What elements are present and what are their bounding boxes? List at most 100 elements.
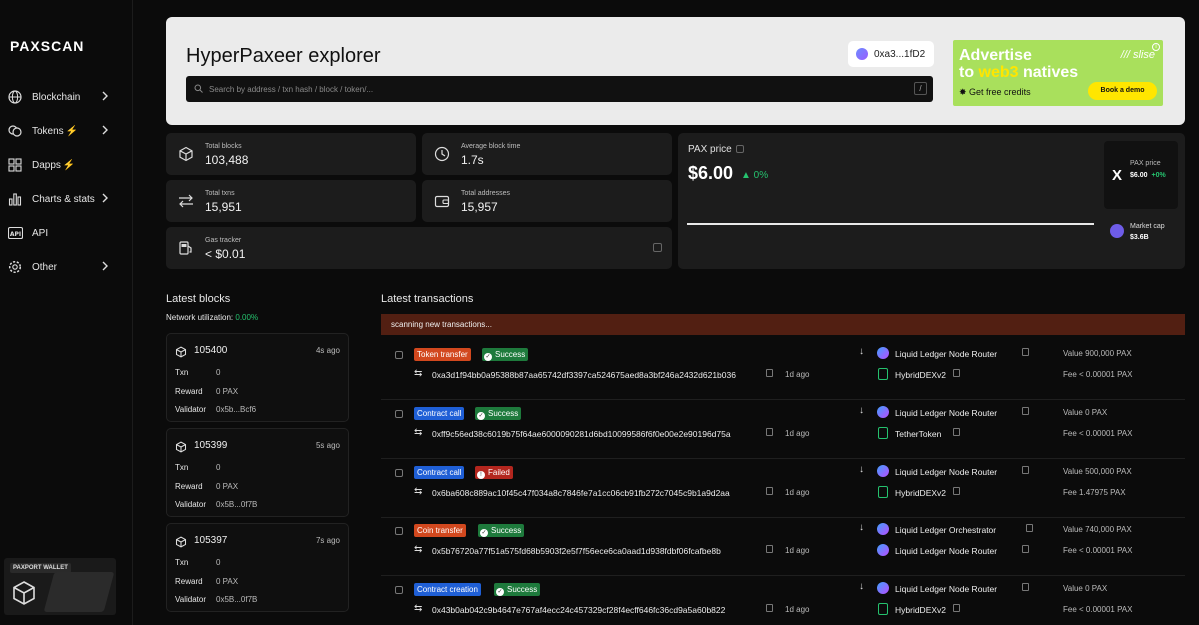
paxport-wallet-promo[interactable]: PAXPORT WALLET <box>4 558 116 615</box>
block-number[interactable]: 105400 <box>194 345 227 356</box>
stat-value: 103,488 <box>205 153 249 167</box>
transaction-row[interactable]: Token transfer ✓ Success ⇆ 0xa3d1f94bb0a9538… <box>381 341 1185 400</box>
from-address-link[interactable]: Liquid Ledger Node Router <box>895 408 997 418</box>
from-address-link[interactable]: Liquid Ledger Node Router <box>895 467 997 477</box>
sidebar-item-api[interactable]: API API <box>0 216 133 250</box>
copy-icon[interactable] <box>1021 348 1029 356</box>
failed-icon: ! <box>477 471 485 479</box>
sidebar-item-blockchain[interactable]: Blockchain <box>0 80 133 114</box>
to-address-link[interactable]: HybridDEXv2 <box>895 605 946 615</box>
copy-icon[interactable] <box>1021 407 1029 415</box>
copy-icon[interactable] <box>952 369 960 377</box>
info-icon[interactable] <box>653 243 662 252</box>
tx-hash-link[interactable]: 0x5b76720a77f51a575fd68b5903f2e5f7f56ece… <box>432 546 721 556</box>
tx-fee: Fee 1.47975 PAX <box>1063 488 1126 497</box>
sidebar-item-charts-stats[interactable]: Charts & stats <box>0 182 133 216</box>
from-address-link[interactable]: Liquid Ledger Node Router <box>895 584 997 594</box>
arrow-down-icon: ↓ <box>859 405 864 416</box>
sidebar-nav: Blockchain Tokens ⚡ Dapps ⚡ Charts & sta… <box>0 80 133 284</box>
tx-value: Value 740,000 PAX <box>1063 525 1132 534</box>
cube-icon <box>175 535 187 553</box>
ad-line-1: Advertise <box>959 47 1032 64</box>
block-card[interactable]: 105400 4s ago Txn 0 Reward 0 PAX Validator… <box>166 333 349 422</box>
stat-label: Total txns <box>205 190 235 197</box>
sidebar-item-label: Dapps <box>32 159 61 171</box>
search-bar[interactable]: / <box>186 76 933 102</box>
select-checkbox[interactable] <box>395 527 403 535</box>
copy-icon[interactable] <box>952 428 960 436</box>
block-number[interactable]: 105399 <box>194 440 227 451</box>
tx-status-badge: ✓ Success <box>482 348 529 361</box>
contract-icon <box>878 427 888 439</box>
tx-hash-link[interactable]: 0xff9c56ed38c6019b75f64ae6000090281d6bd1… <box>432 429 731 439</box>
block-age: 5s ago <box>315 441 340 450</box>
check-icon: ✓ <box>480 529 488 537</box>
wallet-button[interactable]: 0xa3...1fD2 <box>848 41 934 67</box>
copy-icon[interactable] <box>1021 583 1029 591</box>
tx-fee: Fee < 0.00001 PAX <box>1063 605 1133 614</box>
sidebar-item-tokens[interactable]: Tokens ⚡ <box>0 114 133 148</box>
block-age: 7s ago <box>315 536 340 545</box>
to-address-link[interactable]: Liquid Ledger Node Router <box>895 546 997 556</box>
block-reward-row: Reward 0 PAX <box>175 482 239 491</box>
transaction-row[interactable]: Contract call ✓ Success ⇆ 0xff9c56ed38c6019b… <box>381 400 1185 459</box>
copy-icon[interactable] <box>766 428 773 436</box>
select-checkbox[interactable] <box>395 410 403 418</box>
transaction-row[interactable]: Contract creation ✓ Success ⇆ 0x43b0ab042c9b… <box>381 576 1185 625</box>
copy-icon[interactable] <box>766 545 773 553</box>
select-checkbox[interactable] <box>395 586 403 594</box>
block-age: 4s ago <box>315 346 340 355</box>
pax-logo-icon: X <box>1112 167 1123 184</box>
transaction-row[interactable]: Contract call ! Failed ⇆ 0x6ba608c889ac10f45… <box>381 459 1185 518</box>
from-address-link[interactable]: Liquid Ledger Orchestrator <box>895 525 996 535</box>
book-demo-button[interactable]: Book a demo <box>1088 82 1157 100</box>
search-input[interactable] <box>209 84 899 94</box>
market-cap-value: $3.6B <box>1130 234 1149 241</box>
tx-age: 1d ago <box>785 546 810 555</box>
copy-icon[interactable] <box>1021 545 1029 553</box>
copy-icon[interactable] <box>952 604 960 612</box>
info-icon[interactable] <box>735 145 744 154</box>
block-validator-row: Validator 0x5B...0f7B <box>175 500 258 509</box>
stat-label: Gas tracker <box>205 237 242 244</box>
check-icon: ✓ <box>496 588 504 596</box>
block-card[interactable]: 105399 5s ago Txn 0 Reward 0 PAX Validator… <box>166 428 349 517</box>
gear-icon <box>7 259 23 275</box>
select-checkbox[interactable] <box>395 351 403 359</box>
block-validator-row: Validator 0x5B...0f7B <box>175 595 258 604</box>
explorer-header: HyperPaxeer explorer / 0xa3...1fD2 Adver… <box>166 17 1185 125</box>
transaction-row[interactable]: Coin transfer ✓ Success ⇆ 0x5b76720a77f51a57… <box>381 517 1185 576</box>
tx-hash-link[interactable]: 0xa3d1f94bb0a95388b87aa65742df3397ca5246… <box>432 370 736 380</box>
copy-icon[interactable] <box>766 369 773 377</box>
latest-blocks-title: Latest blocks <box>166 293 231 305</box>
stat-average-block-time: Average block time 1.7s <box>422 133 672 175</box>
tx-hash-link[interactable]: 0x43b0ab042c9b4647e767af4ecc24c457329cf2… <box>432 605 725 615</box>
copy-icon[interactable] <box>1021 466 1029 474</box>
block-card[interactable]: 105397 7s ago Txn 0 Reward 0 PAX Validator… <box>166 523 349 612</box>
to-address-link[interactable]: HybridDEXv2 <box>895 488 946 498</box>
phone-image <box>43 572 115 612</box>
sidebar-item-label: Charts & stats <box>32 193 95 205</box>
logo[interactable]: PAXSCAN <box>10 38 84 54</box>
select-checkbox[interactable] <box>395 469 403 477</box>
copy-icon[interactable] <box>1026 524 1034 532</box>
block-number[interactable]: 105397 <box>194 535 227 546</box>
to-address-link[interactable]: HybridDEXv2 <box>895 370 946 380</box>
to-address-link[interactable]: TetherToken <box>895 429 941 439</box>
from-address-link[interactable]: Liquid Ledger Node Router <box>895 349 997 359</box>
ad-banner[interactable]: Advertise to web3 natives /// slise ✸ Ge… <box>953 40 1163 106</box>
sidebar: PAXSCAN Blockchain Tokens ⚡ Dapps ⚡ Char… <box>0 0 133 625</box>
market-cap-icon <box>1110 224 1124 238</box>
sidebar-item-other[interactable]: Other <box>0 250 133 284</box>
tx-value: Value 0 PAX <box>1063 584 1108 593</box>
copy-icon[interactable] <box>952 487 960 495</box>
ad-info-icon[interactable]: i <box>1152 43 1160 51</box>
stat-label: Total blocks <box>205 143 242 150</box>
copy-icon[interactable] <box>766 487 773 495</box>
sidebar-item-dapps[interactable]: Dapps ⚡ <box>0 148 133 182</box>
transfer-arrows-icon: ⇆ <box>414 368 423 379</box>
tx-hash-link[interactable]: 0x6ba608c889ac10f45c47f034a8c7846fe7a1cc… <box>432 488 730 498</box>
copy-icon[interactable] <box>766 604 773 612</box>
bar-chart-icon <box>7 191 23 207</box>
check-icon: ✓ <box>484 353 492 361</box>
